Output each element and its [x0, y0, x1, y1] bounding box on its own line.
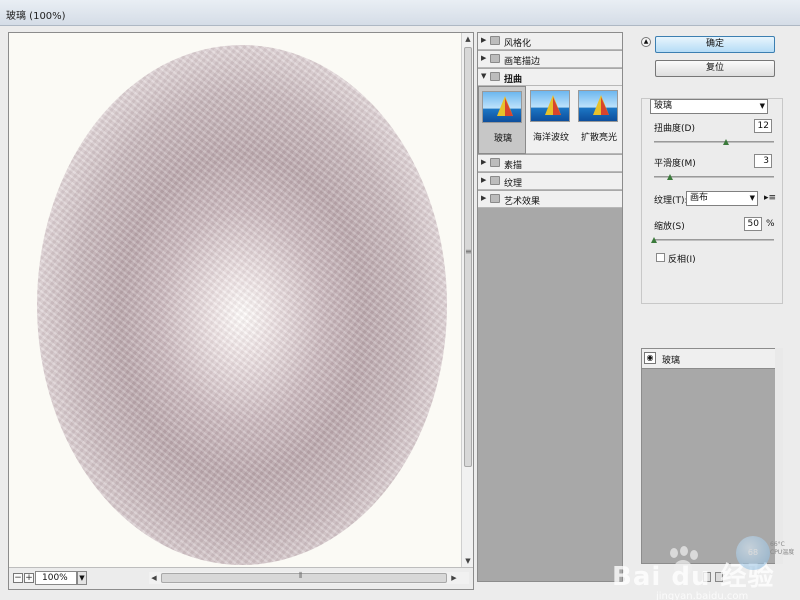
scroll-thumb[interactable]	[161, 573, 447, 583]
cpu-gadget: 68	[736, 536, 770, 570]
eye-icon[interactable]: ◉	[644, 352, 656, 364]
reset-button[interactable]: 复位	[655, 60, 775, 77]
grip-icon: ⦀	[299, 571, 303, 580]
invert-label: 反相(I)	[668, 255, 696, 265]
category-texture[interactable]: ▶ 纹理	[478, 173, 622, 190]
distortion-input[interactable]: 12	[754, 119, 772, 133]
preview-panel: ▲ ≡ ▼ − + 100% ▼ ◀ ⦀ ▶	[8, 32, 474, 590]
window-title: 玻璃 (100%)	[6, 11, 66, 22]
category-distort[interactable]: ▼ 扭曲	[478, 69, 622, 86]
filter-thumb-diffuse-glow[interactable]: 扩散亮光	[575, 86, 623, 154]
triangle-right-icon: ▶	[481, 176, 487, 184]
folder-icon	[490, 194, 500, 203]
category-artistic[interactable]: ▶ 艺术效果	[478, 191, 622, 208]
preview-vertical-scrollbar[interactable]: ▲ ≡ ▼	[461, 33, 473, 567]
scaling-label: 缩放(S)	[654, 222, 685, 232]
triangle-right-icon: ▶	[481, 54, 487, 62]
preview-canvas[interactable]	[9, 33, 461, 567]
triangle-right-icon: ▶	[481, 158, 487, 166]
zoom-out-button[interactable]: −	[13, 573, 23, 583]
triangle-down-icon: ▼	[481, 72, 487, 80]
filter-thumb-ocean-ripple[interactable]: 海洋波纹	[527, 86, 575, 154]
cpu-gadget-label: 66°C CPU温度	[770, 541, 795, 556]
filter-thumb-glass[interactable]: 玻璃	[478, 86, 526, 154]
scaling-slider-thumb[interactable]	[651, 237, 657, 243]
folder-icon	[490, 36, 500, 45]
scroll-up-icon[interactable]: ▲	[462, 33, 473, 45]
grip-icon: ≡	[465, 247, 472, 256]
smoothness-slider-thumb[interactable]	[666, 174, 673, 180]
scaling-unit: %	[766, 219, 775, 229]
ok-button[interactable]: 确定	[655, 36, 775, 53]
texture-menu-icon[interactable]: ▸≡	[764, 193, 776, 203]
triangle-right-icon: ▶	[481, 36, 487, 44]
ocean-ripple-thumbnail-image	[530, 90, 570, 122]
title-bar: 玻璃 (100%)	[0, 0, 800, 26]
chevron-down-icon[interactable]: ▼	[77, 571, 87, 585]
filter-gallery-dialog: ▲ ≡ ▼ − + 100% ▼ ◀ ⦀ ▶ ▶ 风格化 ▶ 画笔描边 ▼ 扭曲…	[0, 26, 800, 600]
filter-settings: 玻璃 ▼ 扭曲度(D) 12 平滑度(M) 3 纹理(T): 画布 ▼ ▸≡ 缩…	[641, 98, 783, 304]
smoothness-label: 平滑度(M)	[654, 159, 696, 169]
category-stylize[interactable]: ▶ 风格化	[478, 33, 622, 50]
glass-thumbnail-image	[482, 91, 522, 123]
folder-open-icon	[490, 72, 500, 81]
layers-scrollbar[interactable]	[775, 348, 783, 564]
category-sketch[interactable]: ▶ 素描	[478, 155, 622, 172]
texture-label: 纹理(T):	[654, 196, 688, 206]
invert-checkbox[interactable]	[656, 253, 665, 262]
filter-gallery: ▶ 风格化 ▶ 画笔描边 ▼ 扭曲 玻璃 海洋波纹 扩散亮光 ▶ 素描 ▶ 纹理…	[477, 32, 623, 582]
folder-icon	[490, 158, 500, 167]
scroll-left-icon[interactable]: ◀	[149, 572, 159, 584]
distort-thumbnails: 玻璃 海洋波纹 扩散亮光	[478, 86, 622, 154]
chevron-down-icon: ▼	[749, 194, 755, 202]
smoothness-input[interactable]: 3	[754, 154, 772, 168]
zoom-level-field[interactable]: 100%	[35, 571, 77, 585]
scroll-down-icon[interactable]: ▼	[462, 555, 473, 567]
filter-select[interactable]: 玻璃 ▼	[650, 99, 768, 114]
folder-icon	[490, 54, 500, 63]
folder-icon	[490, 176, 500, 185]
watermark-url: jingyan.baidu.com	[656, 591, 749, 600]
collapse-gallery-icon[interactable]: ▲	[641, 37, 651, 47]
zoom-in-button[interactable]: +	[24, 573, 34, 583]
scroll-right-icon[interactable]: ▶	[449, 572, 459, 584]
preview-bottom-bar: − + 100% ▼ ◀ ⦀ ▶	[9, 567, 473, 589]
glass-texture-overlay	[37, 45, 447, 565]
texture-select[interactable]: 画布 ▼	[686, 191, 758, 206]
diffuse-glow-thumbnail-image	[578, 90, 618, 122]
effect-layers-panel: ◉ 玻璃	[641, 348, 779, 564]
scaling-input[interactable]: 50	[744, 217, 762, 231]
effect-layer-row[interactable]: ◉ 玻璃	[642, 349, 778, 369]
preview-horizontal-scrollbar[interactable]: ◀ ⦀ ▶	[149, 571, 469, 584]
category-brush-strokes[interactable]: ▶ 画笔描边	[478, 51, 622, 68]
settings-panel: ▲ 确定 复位 玻璃 ▼ 扭曲度(D) 12 平滑度(M) 3 纹理(T): 画…	[637, 32, 787, 592]
scroll-thumb[interactable]	[464, 47, 472, 467]
distortion-slider-thumb[interactable]	[723, 139, 729, 145]
distortion-label: 扭曲度(D)	[654, 124, 695, 134]
scaling-slider-track[interactable]	[654, 239, 774, 241]
triangle-right-icon: ▶	[481, 194, 487, 202]
distortion-slider-track[interactable]	[654, 141, 774, 143]
chevron-down-icon: ▼	[759, 102, 765, 110]
